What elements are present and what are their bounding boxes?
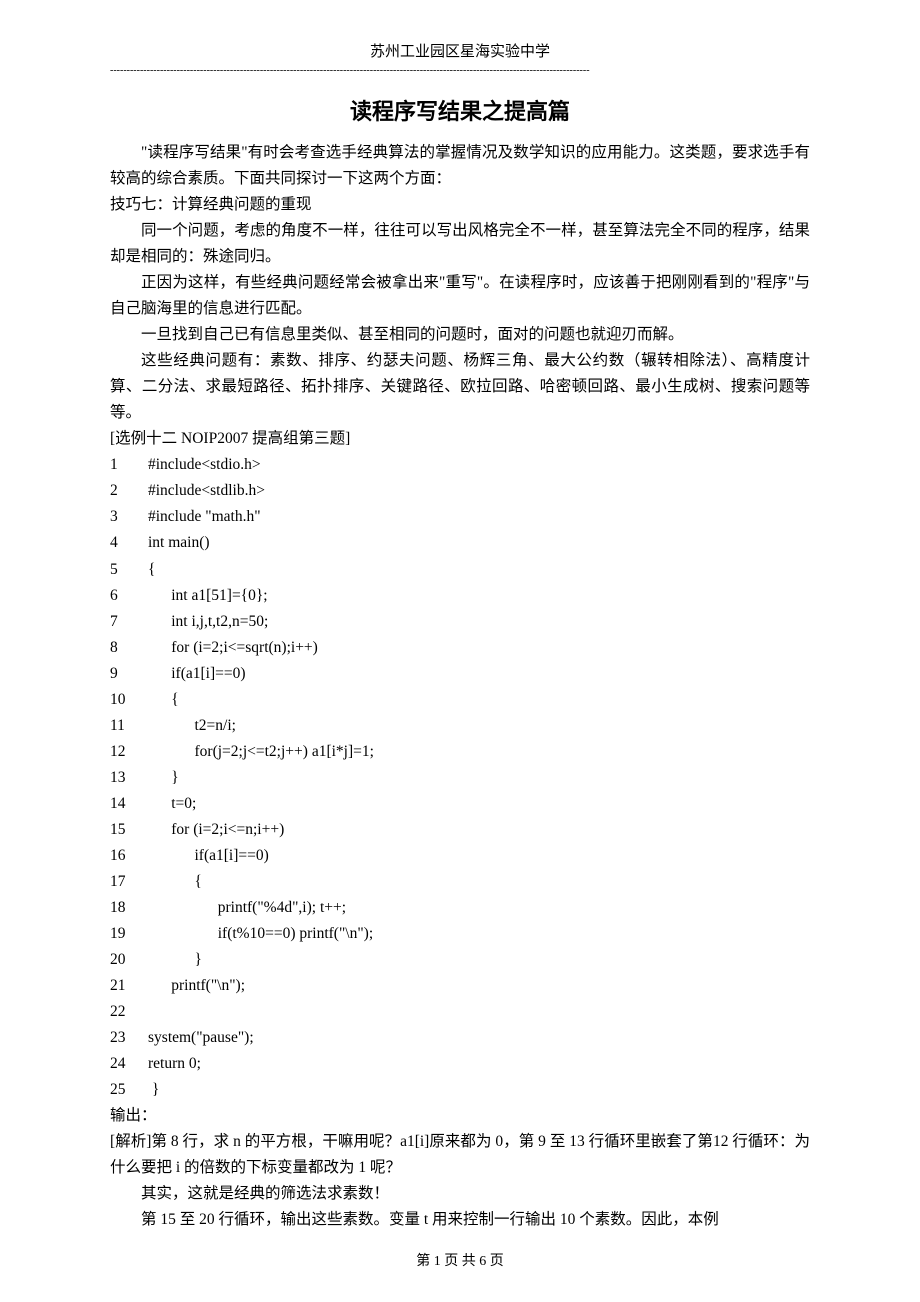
code-listing: 1#include<stdio.h> 2#include<stdlib.h> 3… <box>110 452 810 1103</box>
line-number: 13 <box>110 765 148 791</box>
line-number: 4 <box>110 530 148 556</box>
line-number: 11 <box>110 713 148 739</box>
line-number: 23 <box>110 1025 148 1051</box>
line-number: 24 <box>110 1051 148 1077</box>
code-line: 22 <box>110 999 810 1025</box>
analysis-paragraph: 第 15 至 20 行循环，输出这些素数。变量 t 用来控制一行输出 10 个素… <box>110 1207 810 1233</box>
code-line: 25 } <box>110 1077 810 1103</box>
paragraph: 同一个问题，考虑的角度不一样，往往可以写出风格完全不一样，甚至算法完全不同的程序… <box>110 218 810 270</box>
line-number: 10 <box>110 687 148 713</box>
code-text: int main() <box>148 530 210 556</box>
code-line: 18 printf("%4d",i); t++; <box>110 895 810 921</box>
intro-paragraph: "读程序写结果"有时会考查选手经典算法的掌握情况及数学知识的应用能力。这类题，要… <box>110 140 810 192</box>
code-text: #include "math.h" <box>148 504 261 530</box>
code-text: #include<stdlib.h> <box>148 478 265 504</box>
page-footer: 第 1 页 共 6 页 <box>0 1250 920 1270</box>
code-text: } <box>148 765 179 791</box>
code-text: for (i=2;i<=n;i++) <box>148 817 284 843</box>
line-number: 5 <box>110 557 148 583</box>
paragraph: 这些经典问题有：素数、排序、约瑟夫问题、杨辉三角、最大公约数（辗转相除法）、高精… <box>110 348 810 426</box>
code-line: 11 t2=n/i; <box>110 713 810 739</box>
line-number: 25 <box>110 1077 148 1103</box>
line-number: 16 <box>110 843 148 869</box>
page-title: 读程序写结果之提高篇 <box>110 94 810 126</box>
code-line: 14 t=0; <box>110 791 810 817</box>
code-line: 17 { <box>110 869 810 895</box>
header-divider: ----------------------------------------… <box>110 65 810 76</box>
analysis-paragraph: [解析]第 8 行，求 n 的平方根，干嘛用呢？a1[i]原来都为 0，第 9 … <box>110 1129 810 1181</box>
code-line: 4int main() <box>110 530 810 556</box>
paragraph: 一旦找到自己已有信息里类似、甚至相同的问题时，面对的问题也就迎刃而解。 <box>110 322 810 348</box>
example-label: [选例十二 NOIP2007 提高组第三题] <box>110 426 810 452</box>
line-number: 8 <box>110 635 148 661</box>
code-text: } <box>148 947 202 973</box>
line-number: 12 <box>110 739 148 765</box>
code-text: system("pause"); <box>148 1025 254 1051</box>
code-text: t=0; <box>148 791 196 817</box>
line-number: 18 <box>110 895 148 921</box>
code-text: return 0; <box>148 1051 201 1077</box>
code-line: 2#include<stdlib.h> <box>110 478 810 504</box>
code-line: 15 for (i=2;i<=n;i++) <box>110 817 810 843</box>
code-text: if(t%10==0) printf("\n"); <box>148 921 373 947</box>
code-line: 19 if(t%10==0) printf("\n"); <box>110 921 810 947</box>
analysis-paragraph: 其实，这就是经典的筛选法求素数！ <box>110 1181 810 1207</box>
code-text: if(a1[i]==0) <box>148 843 269 869</box>
line-number: 3 <box>110 504 148 530</box>
code-line: 7 int i,j,t,t2,n=50; <box>110 609 810 635</box>
code-line: 9 if(a1[i]==0) <box>110 661 810 687</box>
line-number: 14 <box>110 791 148 817</box>
school-header: 苏州工业园区星海实验中学 <box>110 40 810 61</box>
code-line: 24return 0; <box>110 1051 810 1077</box>
line-number: 19 <box>110 921 148 947</box>
line-number: 17 <box>110 869 148 895</box>
line-number: 2 <box>110 478 148 504</box>
code-line: 10 { <box>110 687 810 713</box>
code-text: { <box>148 557 155 583</box>
code-line: 8 for (i=2;i<=sqrt(n);i++) <box>110 635 810 661</box>
code-text: #include<stdio.h> <box>148 452 261 478</box>
code-text: int a1[51]={0}; <box>148 583 268 609</box>
code-line: 20 } <box>110 947 810 973</box>
code-text: for(j=2;j<=t2;j++) a1[i*j]=1; <box>148 739 374 765</box>
line-number: 1 <box>110 452 148 478</box>
page: 苏州工业园区星海实验中学 ---------------------------… <box>0 0 920 1302</box>
output-label: 输出： <box>110 1103 810 1129</box>
code-line: 23system("pause"); <box>110 1025 810 1051</box>
code-text: t2=n/i; <box>148 713 236 739</box>
line-number: 7 <box>110 609 148 635</box>
line-number: 6 <box>110 583 148 609</box>
code-text: printf("%4d",i); t++; <box>148 895 346 921</box>
code-line: 13 } <box>110 765 810 791</box>
code-text: for (i=2;i<=sqrt(n);i++) <box>148 635 318 661</box>
code-text: printf("\n"); <box>148 973 245 999</box>
code-line: 21 printf("\n"); <box>110 973 810 999</box>
paragraph: 正因为这样，有些经典问题经常会被拿出来"重写"。在读程序时，应该善于把刚刚看到的… <box>110 270 810 322</box>
code-text: { <box>148 869 202 895</box>
line-number: 9 <box>110 661 148 687</box>
code-line: 1#include<stdio.h> <box>110 452 810 478</box>
line-number: 22 <box>110 999 148 1025</box>
code-text: int i,j,t,t2,n=50; <box>148 609 268 635</box>
code-text: if(a1[i]==0) <box>148 661 246 687</box>
code-line: 16 if(a1[i]==0) <box>110 843 810 869</box>
code-line: 5{ <box>110 557 810 583</box>
code-text: } <box>148 1077 159 1103</box>
code-text: { <box>148 687 179 713</box>
line-number: 21 <box>110 973 148 999</box>
code-line: 6 int a1[51]={0}; <box>110 583 810 609</box>
code-line: 12 for(j=2;j<=t2;j++) a1[i*j]=1; <box>110 739 810 765</box>
skill-heading: 技巧七：计算经典问题的重现 <box>110 192 810 218</box>
code-line: 3#include "math.h" <box>110 504 810 530</box>
line-number: 15 <box>110 817 148 843</box>
line-number: 20 <box>110 947 148 973</box>
